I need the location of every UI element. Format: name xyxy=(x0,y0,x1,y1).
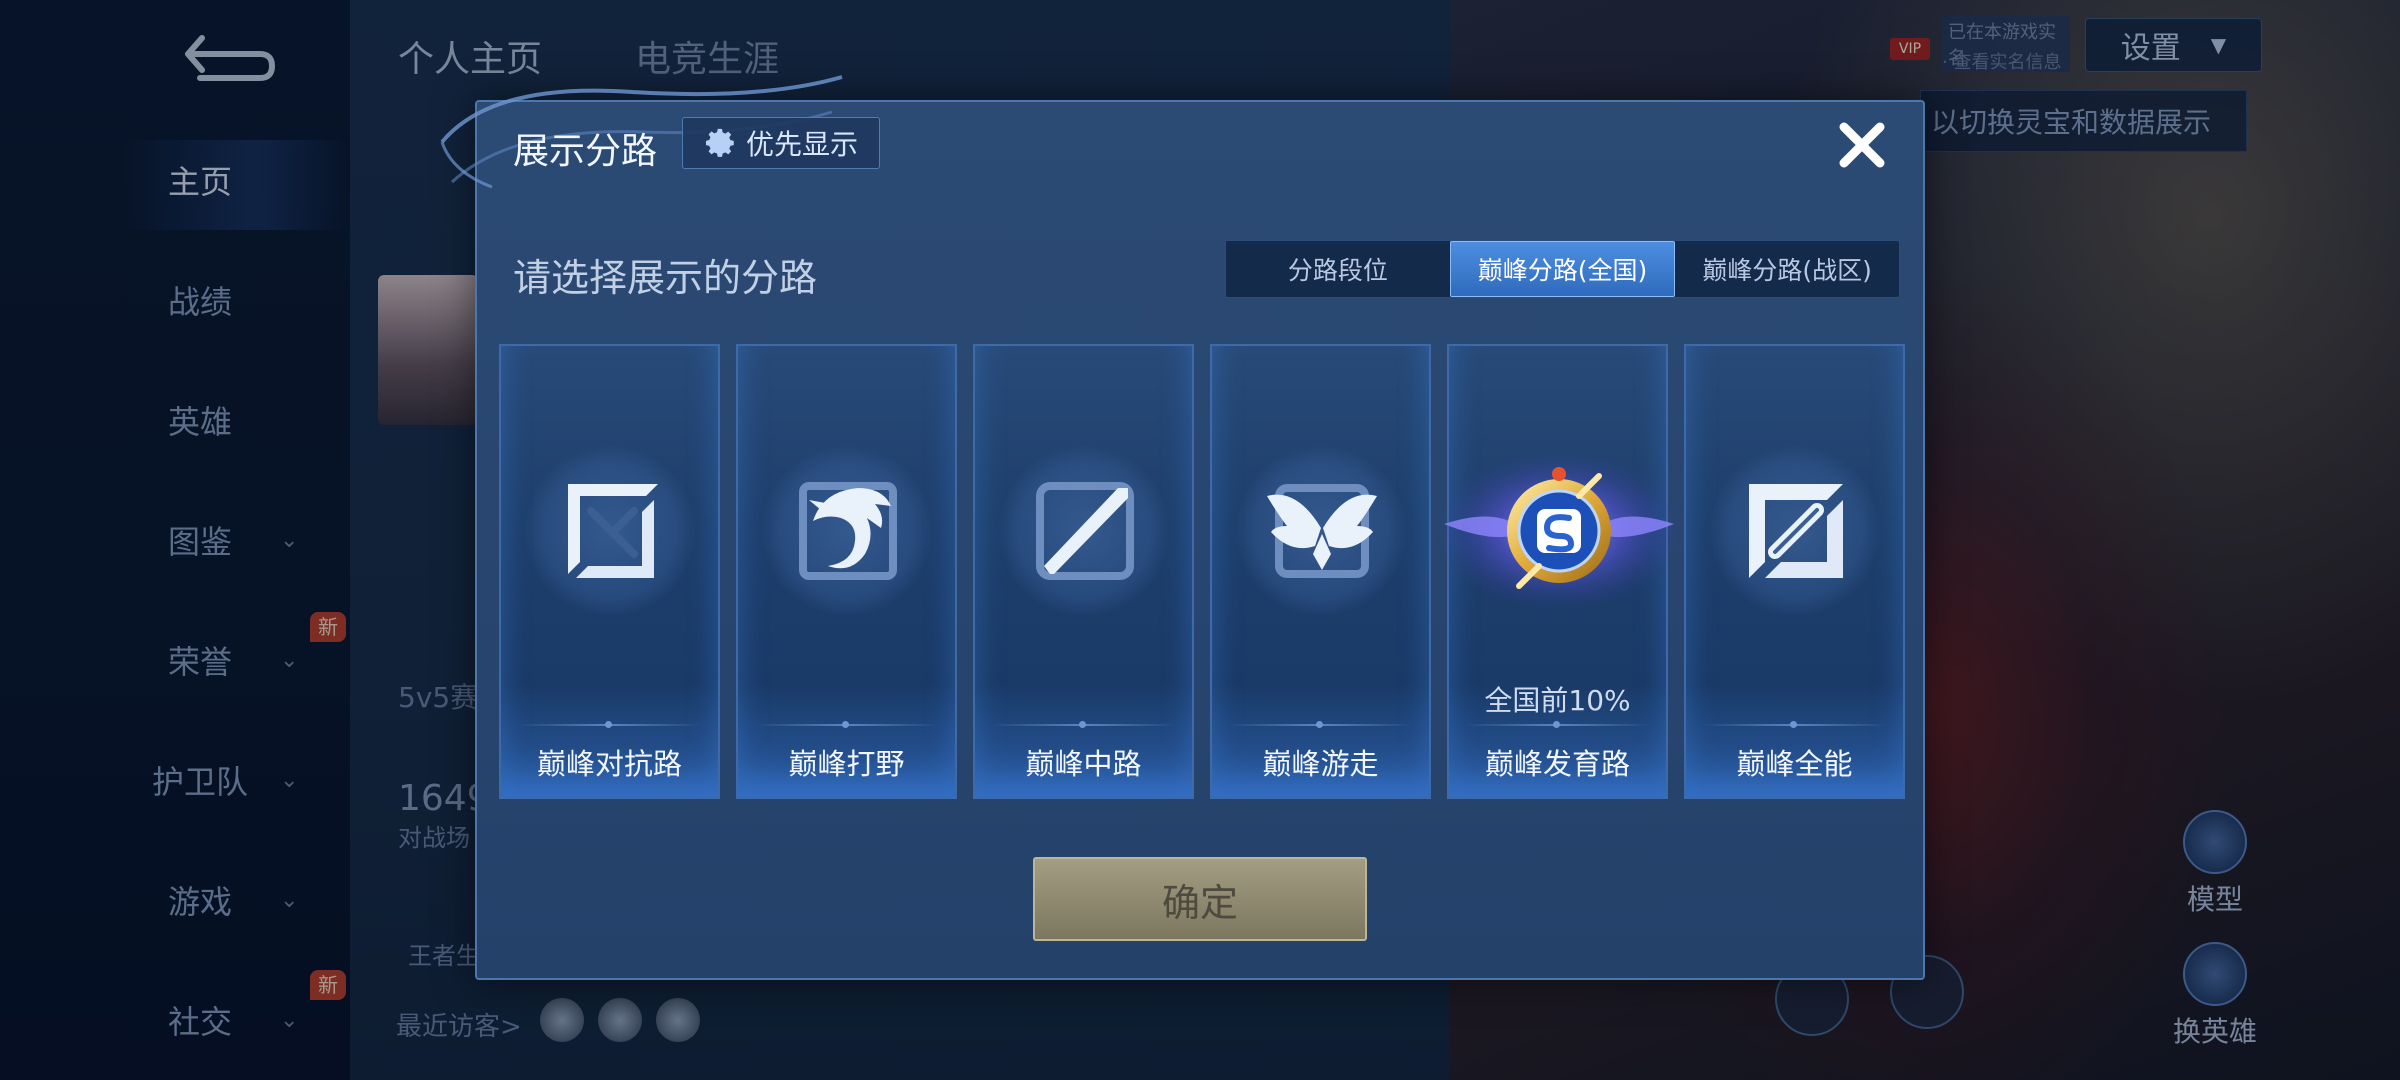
card-divider xyxy=(1702,721,1887,728)
card-divider xyxy=(1228,721,1413,728)
card-divider xyxy=(991,721,1176,728)
close-icon[interactable] xyxy=(1832,115,1892,175)
gear-icon xyxy=(705,128,734,157)
route-name: 巅峰对抗路 xyxy=(536,747,682,781)
route-card-all-round[interactable]: 巅峰全能 xyxy=(1684,344,1905,799)
tab-route-rank[interactable]: 分路段位 xyxy=(1226,241,1450,297)
sword-block-icon xyxy=(568,484,658,578)
route-card-list: 巅峰对抗路 巅峰打野 巅峰中路 巅峰游走 全国前10% 巅峰发育路 巅峰全能 xyxy=(499,344,1909,799)
all-round-icon xyxy=(1749,484,1843,578)
route-card-top[interactable]: 巅峰对抗路 xyxy=(499,344,720,799)
tab-peak-zone[interactable]: 巅峰分路(战区) xyxy=(1675,241,1899,297)
route-card-adc[interactable]: 全国前10% 巅峰发育路 xyxy=(1434,344,1684,799)
route-card-jungle[interactable]: 巅峰打野 xyxy=(736,344,957,799)
dialog-title: 展示分路 xyxy=(513,131,658,172)
route-name: 巅峰全能 xyxy=(1736,747,1853,781)
route-card-support[interactable]: 巅峰游走 xyxy=(1210,344,1431,799)
confirm-button[interactable]: 确定 xyxy=(1033,857,1367,941)
mid-lane-icon xyxy=(1036,482,1134,580)
route-rank: 全国前10% xyxy=(1484,684,1631,717)
route-name: 巅峰游走 xyxy=(1262,747,1379,781)
route-card-mid[interactable]: 巅峰中路 xyxy=(973,344,1194,799)
route-name: 巅峰打野 xyxy=(788,747,905,781)
card-divider xyxy=(1465,721,1650,728)
route-name: 巅峰发育路 xyxy=(1484,747,1630,781)
priority-display-button[interactable]: 优先显示 xyxy=(682,117,880,169)
route-name: 巅峰中路 xyxy=(1025,747,1142,781)
wings-icon xyxy=(1267,484,1377,578)
dragon-icon xyxy=(799,482,897,580)
tab-peak-national[interactable]: 巅峰分路(全国) xyxy=(1449,241,1676,297)
card-divider xyxy=(754,721,939,728)
route-filter-tabs: 分路段位 巅峰分路(全国) 巅峰分路(战区) xyxy=(1225,240,1900,298)
gold-badge-icon xyxy=(1434,451,1684,611)
dialog-subtitle: 请选择展示的分路 xyxy=(513,256,818,300)
route-display-dialog: 展示分路 优先显示 请选择展示的分路 分路段位 巅峰分路(全国) 巅峰分路(战区… xyxy=(440,75,1925,980)
priority-label: 优先显示 xyxy=(745,128,858,161)
card-divider xyxy=(517,721,702,728)
